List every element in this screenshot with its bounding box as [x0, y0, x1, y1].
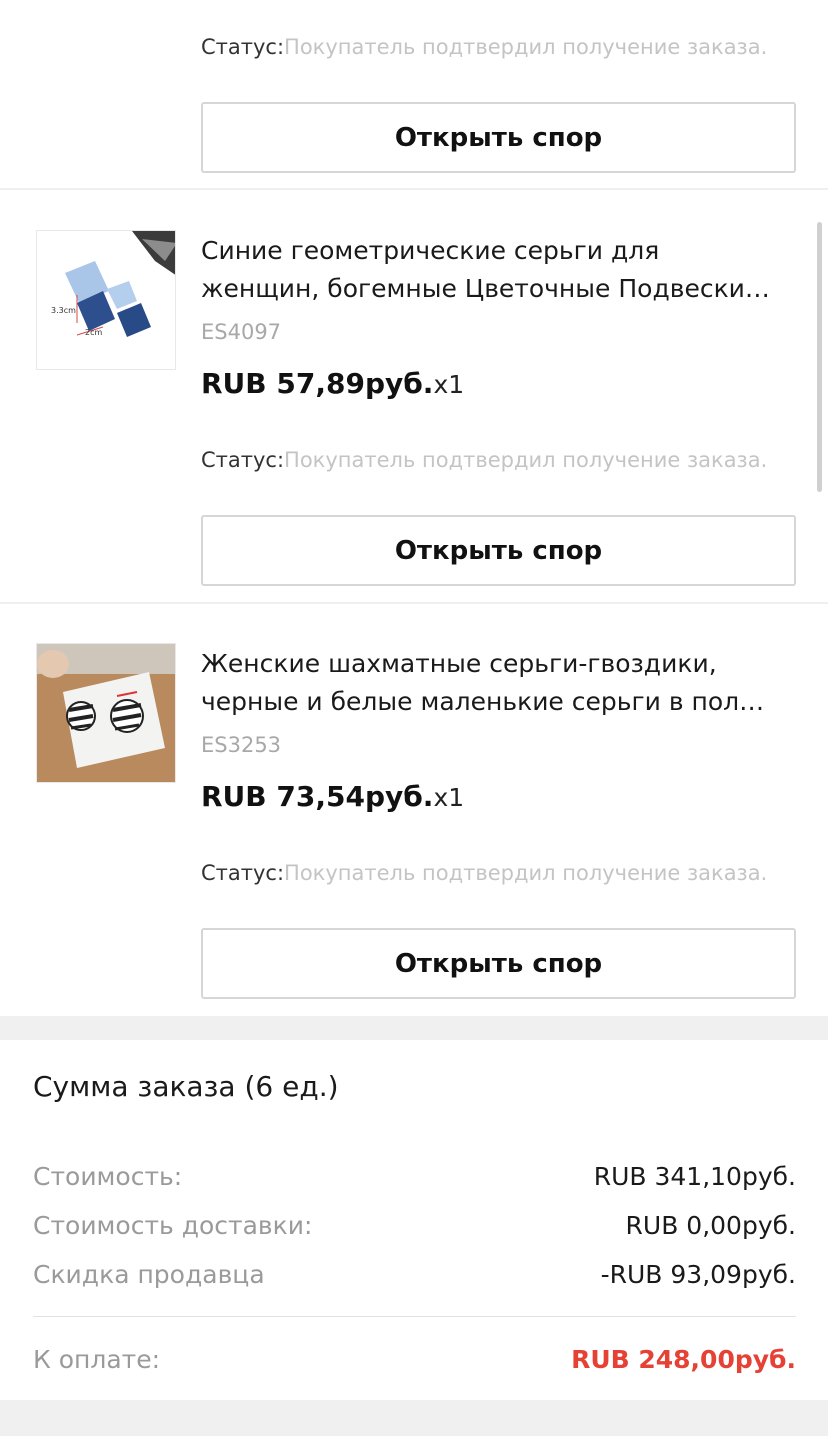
summary-row-total: К оплате: RUB 248,00руб. [33, 1345, 796, 1374]
earrings-blue-image: 3.3cm 2cm [37, 231, 175, 369]
product-title-line: Синие геометрические серьги для [201, 236, 660, 265]
product-price: RUB 73,54руб. [201, 780, 434, 813]
product-title-line: черные и белые маленькие серьги в пол… [201, 687, 765, 716]
order-item[interactable]: Женские шахматные серьги-гвоздики, черны… [0, 605, 828, 1016]
product-title-line: Женские шахматные серьги-гвоздики, [201, 649, 717, 678]
section-separator [0, 1016, 828, 1040]
open-dispute-button[interactable]: Открыть спор [201, 102, 796, 173]
product-title[interactable]: Синие геометрические серьги для женщин, … [201, 232, 801, 308]
product-title-line: женщин, богемные Цветочные Подвески… [201, 274, 770, 303]
summary-divider [33, 1316, 796, 1317]
summary-label: Стоимость доставки: [33, 1211, 313, 1240]
status-value: Покупатель подтвердил получение заказа. [284, 35, 768, 59]
product-price: RUB 57,89руб. [201, 367, 434, 400]
status-value: Покупатель подтвердил получение заказа. [284, 861, 768, 885]
price-row: RUB 73,54руб.x1 [201, 780, 464, 813]
summary-title: Сумма заказа (6 ед.) [33, 1070, 339, 1103]
scrollbar[interactable] [817, 222, 822, 492]
status-label: Статус: [201, 35, 285, 59]
item-status: Статус:Покупатель подтвердил получение з… [201, 859, 767, 887]
total-value: RUB 248,00руб. [571, 1345, 796, 1374]
summary-label: Стоимость: [33, 1162, 183, 1191]
open-dispute-button[interactable]: Открыть спор [201, 515, 796, 586]
item-status: Статус:Покупатель подтвердил получение з… [201, 446, 767, 474]
order-item-partial: Статус:Покупатель подтвердил получение з… [0, 0, 828, 190]
summary-label: Скидка продавца [33, 1260, 265, 1289]
item-status: Статус:Покупатель подтвердил получение з… [201, 33, 767, 61]
status-value: Покупатель подтвердил получение заказа. [284, 448, 768, 472]
product-image[interactable] [36, 643, 176, 783]
size-label-width: 2cm [85, 328, 102, 337]
summary-value: RUB 341,10руб. [593, 1162, 796, 1191]
price-row: RUB 57,89руб.x1 [201, 367, 464, 400]
earrings-checker-image [37, 644, 175, 782]
product-quantity: x1 [433, 783, 465, 812]
summary-value: RUB 0,00руб. [625, 1211, 796, 1240]
product-title[interactable]: Женские шахматные серьги-гвоздики, черны… [201, 645, 801, 721]
section-separator [0, 1400, 828, 1436]
open-dispute-button[interactable]: Открыть спор [201, 928, 796, 999]
status-label: Статус: [201, 861, 285, 885]
order-summary: Сумма заказа (6 ед.) Стоимость: RUB 341,… [0, 1040, 828, 1400]
status-label: Статус: [201, 448, 285, 472]
product-quantity: x1 [433, 370, 465, 399]
product-sku: ES4097 [201, 320, 282, 344]
order-item[interactable]: 3.3cm 2cm Синие геометрические серьги дл… [0, 192, 828, 604]
total-label: К оплате: [33, 1345, 161, 1374]
summary-value: -RUB 93,09руб. [600, 1260, 796, 1289]
product-sku: ES3253 [201, 733, 282, 757]
summary-row-discount: Скидка продавца -RUB 93,09руб. [33, 1260, 796, 1289]
summary-row-subtotal: Стоимость: RUB 341,10руб. [33, 1162, 796, 1191]
size-label-height: 3.3cm [51, 306, 76, 315]
product-image[interactable]: 3.3cm 2cm [36, 230, 176, 370]
summary-row-shipping: Стоимость доставки: RUB 0,00руб. [33, 1211, 796, 1240]
